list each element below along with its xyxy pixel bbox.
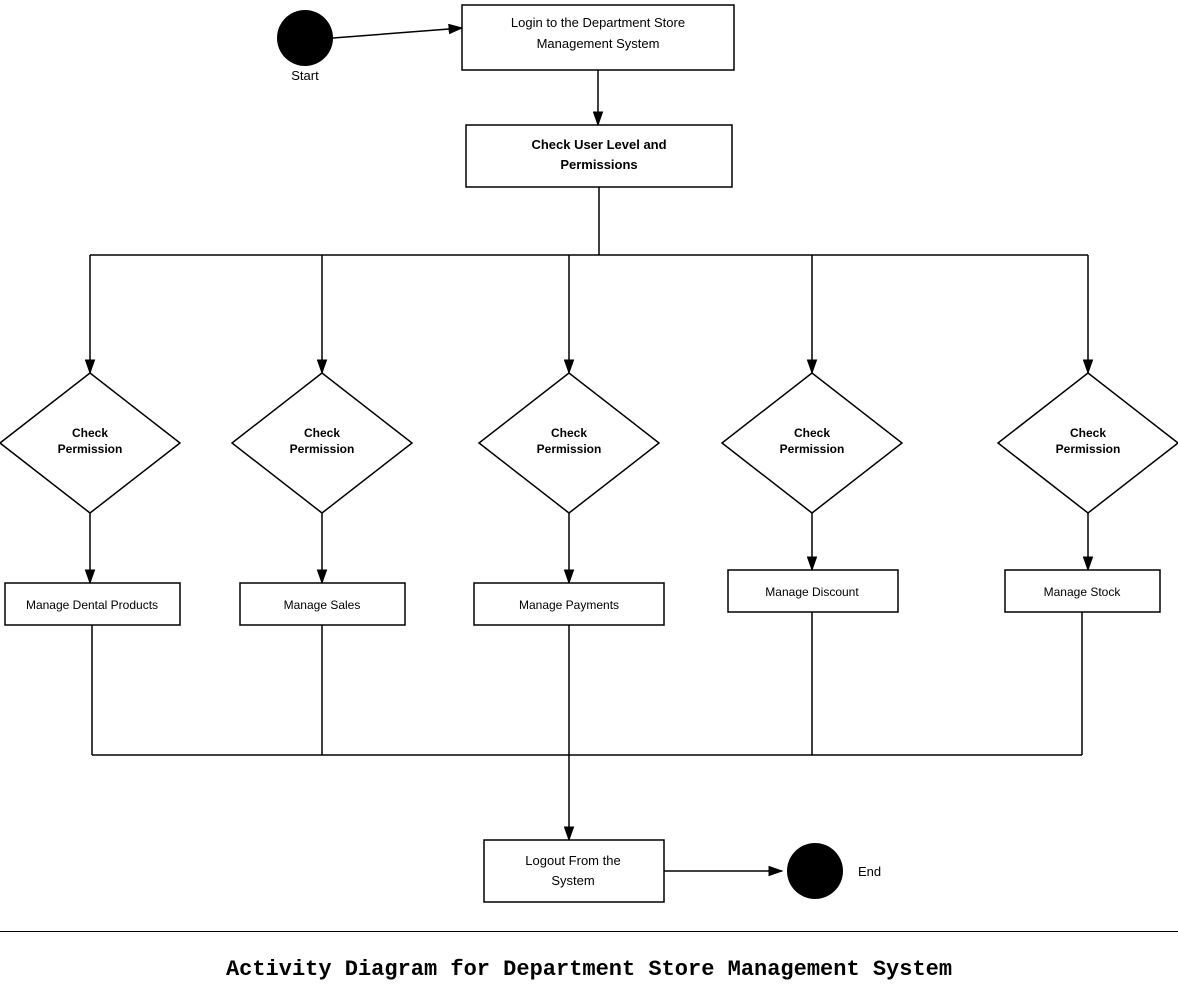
login-text-2: Management System xyxy=(537,36,660,51)
check-perm-5-text-2: Permission xyxy=(1056,442,1121,456)
manage-discount-text: Manage Discount xyxy=(765,585,859,599)
check-perm-3-text-2: Permission xyxy=(537,442,602,456)
check-user-level-box xyxy=(466,125,732,187)
manage-stock-text: Manage Stock xyxy=(1044,585,1122,599)
diagram-title: Activity Diagram for Department Store Ma… xyxy=(226,957,952,982)
logout-box xyxy=(484,840,664,902)
check-user-text-2: Permissions xyxy=(560,157,637,172)
end-circle xyxy=(787,843,843,899)
check-perm-4-text-1: Check xyxy=(794,426,830,440)
end-label: End xyxy=(858,864,881,879)
manage-payments-text: Manage Payments xyxy=(519,598,619,612)
check-perm-1-text-2: Permission xyxy=(58,442,123,456)
check-user-text-1: Check User Level and xyxy=(531,137,666,152)
check-perm-1-text-1: Check xyxy=(72,426,108,440)
check-perm-5-text-1: Check xyxy=(1070,426,1106,440)
logout-text-1: Logout From the xyxy=(525,853,620,868)
check-perm-2-text-2: Permission xyxy=(290,442,355,456)
check-perm-2-text-1: Check xyxy=(304,426,340,440)
start-label: Start xyxy=(291,68,319,83)
manage-sales-text: Manage Sales xyxy=(284,598,361,612)
check-perm-3-text-1: Check xyxy=(551,426,587,440)
logout-text-2: System xyxy=(551,873,594,888)
start-circle xyxy=(277,10,333,66)
diagram-container: Start Login to the Department Store Mana… xyxy=(0,0,1178,994)
manage-dental-text: Manage Dental Products xyxy=(26,598,158,612)
check-perm-4-text-2: Permission xyxy=(780,442,845,456)
login-text-1: Login to the Department Store xyxy=(511,15,685,30)
